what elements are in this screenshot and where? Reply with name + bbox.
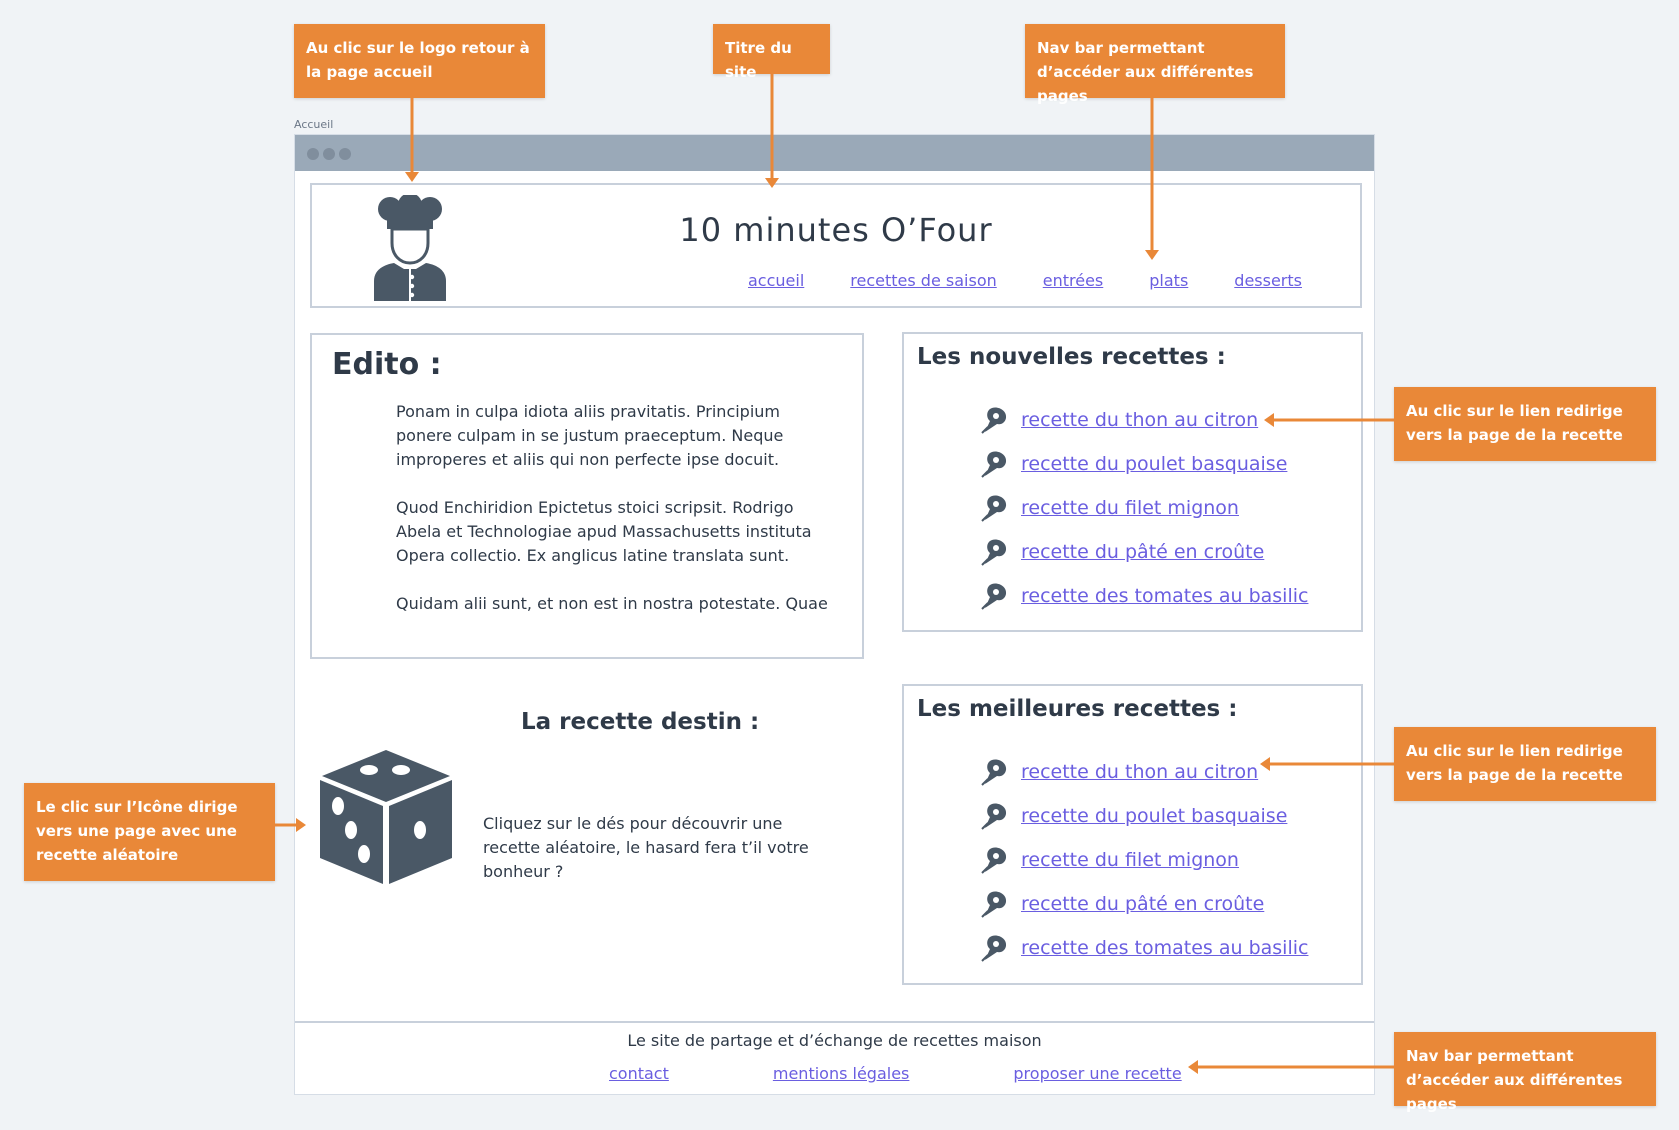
list-item: recette du pâté en croûte	[917, 882, 1348, 926]
edito-section: Edito : Ponam in culpa idiota aliis prav…	[310, 333, 864, 659]
recipe-link[interactable]: recette des tomates au basilic	[1021, 585, 1308, 607]
site-header: 10 minutes O’Four accueil recettes de sa…	[310, 183, 1362, 308]
edito-paragraph: Ponam in culpa idiota aliis pravitatis. …	[396, 402, 784, 469]
recipe-link[interactable]: recette du pâté en croûte	[1021, 541, 1264, 563]
site-title: 10 minutes O’Four	[679, 211, 993, 249]
pin-icon	[981, 891, 1007, 918]
pin-icon	[981, 495, 1007, 522]
recipe-link[interactable]: recette du poulet basquaise	[1021, 805, 1287, 827]
recipe-link[interactable]: recette du filet mignon	[1021, 849, 1239, 871]
footer-text: Le site de partage et d’échange de recet…	[627, 1031, 1042, 1050]
list-item: recette du filet mignon	[917, 838, 1348, 882]
pin-icon	[981, 935, 1007, 962]
edito-content: Ponam in culpa idiota aliis pravitatis. …	[396, 400, 836, 616]
edito-title: Edito :	[332, 347, 442, 382]
annotation-nav: Nav bar permettant d’accéder aux différe…	[1025, 24, 1285, 105]
site-footer: Le site de partage et d’échange de recet…	[295, 1021, 1374, 1094]
dice-icon[interactable]	[316, 746, 456, 888]
page-label: Accueil	[294, 118, 334, 131]
pin-icon	[981, 539, 1007, 566]
list-item: recette du pâté en croûte	[917, 530, 1348, 574]
annotation-footer-nav: Nav bar permettant d’accéder aux différe…	[1394, 1032, 1656, 1113]
pin-icon	[981, 759, 1007, 786]
nav-link-desserts[interactable]: desserts	[1234, 271, 1302, 290]
nav-link-accueil[interactable]: accueil	[748, 271, 804, 290]
best-recipes-list: recette du thon au citron recette du pou…	[917, 750, 1348, 970]
window-dot[interactable]	[307, 148, 319, 160]
window-dot[interactable]	[339, 148, 351, 160]
best-recipes-title: Les meilleures recettes :	[917, 696, 1238, 722]
edito-paragraph: Quidam alii sunt, et non est in nostra p…	[396, 594, 828, 613]
recipe-link[interactable]: recette des tomates au basilic	[1021, 937, 1308, 959]
list-item: recette du poulet basquaise	[917, 442, 1348, 486]
recipe-link[interactable]: recette du poulet basquaise	[1021, 453, 1287, 475]
annotation-logo: Au clic sur le logo retour à la page acc…	[294, 24, 545, 98]
list-item: recette du filet mignon	[917, 486, 1348, 530]
list-item: recette du poulet basquaise	[917, 794, 1348, 838]
annotation-dice: Le clic sur l’Icône dirige vers une page…	[24, 783, 275, 881]
footer-link-proposer-une-recette[interactable]: proposer une recette	[1013, 1064, 1181, 1083]
footer-link-mentions-legales[interactable]: mentions légales	[773, 1064, 910, 1083]
new-recipes-list: recette du thon au citron recette du pou…	[917, 398, 1348, 618]
annotation-recipe-link-new: Au clic sur le lien redirige vers la pag…	[1394, 387, 1656, 461]
window-titlebar	[295, 135, 1374, 171]
nav-link-entrees[interactable]: entrées	[1043, 271, 1104, 290]
recipe-link[interactable]: recette du pâté en croûte	[1021, 893, 1264, 915]
browser-window: 10 minutes O’Four accueil recettes de sa…	[294, 134, 1375, 1095]
best-recipes-section: Les meilleures recettes : recette du tho…	[902, 684, 1363, 985]
nav-link-plats[interactable]: plats	[1149, 271, 1188, 290]
pin-icon	[981, 407, 1007, 434]
main-nav: accueil recettes de saison entrées plats…	[748, 271, 1302, 290]
nav-link-recettes-de-saison[interactable]: recettes de saison	[850, 271, 996, 290]
window-dot[interactable]	[323, 148, 335, 160]
list-item: recette du thon au citron	[917, 398, 1348, 442]
pin-icon	[981, 803, 1007, 830]
recipe-link[interactable]: recette du thon au citron	[1021, 761, 1258, 783]
destin-title: La recette destin :	[521, 709, 760, 735]
annotation-recipe-link-best: Au clic sur le lien redirige vers la pag…	[1394, 727, 1656, 801]
footer-nav: contact mentions légales proposer une re…	[609, 1064, 1182, 1083]
pin-icon	[981, 847, 1007, 874]
list-item: recette des tomates au basilic	[917, 574, 1348, 618]
list-item: recette des tomates au basilic	[917, 926, 1348, 970]
window-controls	[307, 148, 351, 160]
pin-icon	[981, 451, 1007, 478]
recipe-link[interactable]: recette du filet mignon	[1021, 497, 1239, 519]
recipe-link[interactable]: recette du thon au citron	[1021, 409, 1258, 431]
new-recipes-title: Les nouvelles recettes :	[917, 344, 1226, 370]
edito-paragraph: Quod Enchiridion Epictetus stoici scrips…	[396, 498, 812, 565]
pin-icon	[981, 583, 1007, 610]
list-item: recette du thon au citron	[917, 750, 1348, 794]
new-recipes-section: Les nouvelles recettes : recette du thon…	[902, 332, 1363, 632]
annotation-title: Titre du site	[713, 24, 830, 81]
destin-text: Cliquez sur le dés pour découvrir une re…	[483, 814, 809, 881]
footer-link-contact[interactable]: contact	[609, 1064, 669, 1083]
